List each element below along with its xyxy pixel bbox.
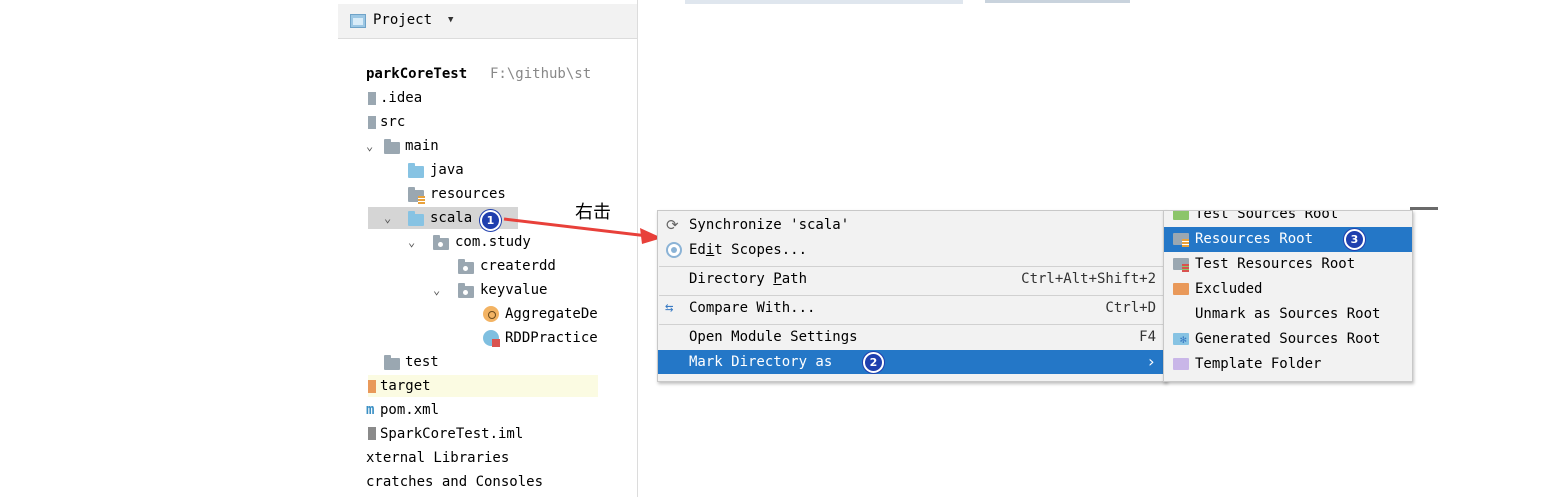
arrow-annotation	[503, 217, 662, 244]
menu-label-directory-path: Directory Path	[689, 271, 808, 287]
submenu-item-template-folder[interactable]: Template Folder	[1164, 352, 1412, 377]
submenu-arrow-icon: ›	[1146, 352, 1156, 371]
submenu-label-template-folder: Template Folder	[1195, 356, 1322, 372]
project-view-icon	[350, 14, 366, 28]
tree-label-createrdd: createrdd	[480, 258, 556, 274]
callout-badge-3: 3	[1344, 229, 1365, 250]
submenu-item-generated-sources-root[interactable]: ✻ Generated Sources Root	[1164, 327, 1412, 352]
mark-directory-submenu: Test Sources Root Resources Root Test Re…	[1163, 210, 1413, 382]
submenu-label-unmark: Unmark as Sources Root	[1195, 306, 1381, 322]
submenu-item-test-resources-root[interactable]: Test Resources Root	[1164, 252, 1412, 277]
module-file-icon	[368, 427, 376, 440]
submenu-label-test-sources-root: Test Sources Root	[1195, 210, 1339, 222]
menu-item-synchronize[interactable]: ⟳ Synchronize 'scala'	[658, 213, 1166, 237]
submenu-label-excluded: Excluded	[1195, 281, 1263, 297]
test-sources-folder-icon	[1173, 211, 1189, 220]
callout-badge-1: 1	[480, 210, 501, 231]
project-panel-header[interactable]: Project ▼	[338, 4, 637, 39]
scope-icon	[666, 242, 682, 258]
gear-icon: ✻	[1180, 333, 1187, 346]
submenu-item-excluded[interactable]: Excluded	[1164, 277, 1412, 302]
folder-icon	[384, 139, 400, 154]
folder-icon	[368, 92, 376, 105]
sync-icon: ⟳	[666, 216, 679, 234]
tree-label-iml: SparkCoreTest.iml	[380, 426, 524, 442]
chevron-down-icon[interactable]: ⌄	[366, 135, 373, 157]
package-icon	[458, 259, 474, 274]
menu-item-open-module-settings[interactable]: Open Module Settings F4	[658, 325, 1166, 349]
project-root-name: parkCoreTest	[366, 66, 468, 82]
folder-icon	[368, 116, 376, 129]
project-root-path: F:\github\st	[490, 66, 592, 82]
tree-label-aggregate: AggregateDe	[505, 306, 598, 322]
menu-label-mark-directory-as: Mark Directory as	[689, 354, 833, 370]
menu-shortcut-compare-with: Ctrl+D	[1105, 300, 1156, 316]
chevron-down-icon[interactable]: ⌄	[408, 231, 415, 253]
package-icon	[458, 283, 474, 298]
package-icon	[433, 235, 449, 250]
compare-icon: ⇆	[665, 300, 674, 316]
tree-label-resources: resources	[430, 186, 506, 202]
submenu-item-resources-root[interactable]: Resources Root	[1164, 227, 1412, 252]
tree-label-scratches: cratches and Consoles	[366, 474, 544, 490]
menu-label-open-module-settings: Open Module Settings	[689, 329, 858, 345]
maven-icon: m	[366, 402, 375, 418]
tree-label-main: main	[405, 138, 439, 154]
background-toolbar-fragment	[685, 0, 963, 4]
resources-badge-icon	[1182, 239, 1189, 247]
background-toolbar-fragment	[985, 0, 1130, 3]
chevron-down-icon[interactable]: ▼	[448, 15, 453, 25]
source-folder-icon	[408, 163, 424, 178]
menu-item-compare-with[interactable]: ⇆ Compare With... Ctrl+D	[658, 296, 1166, 320]
menu-item-edit-scopes[interactable]: Edit Scopes...	[658, 238, 1166, 262]
submenu-item-test-sources-root[interactable]: Test Sources Root	[1164, 210, 1412, 227]
source-folder-icon	[408, 211, 424, 226]
tree-label-rddpractice: RDDPractice	[505, 330, 598, 346]
template-folder-icon	[1173, 358, 1189, 370]
tree-label-target: target	[380, 378, 431, 394]
menu-item-mark-directory-as[interactable]: Mark Directory as ›	[658, 350, 1166, 374]
tree-label-scala: scala	[430, 210, 473, 226]
excluded-folder-icon	[368, 380, 376, 393]
menu-shortcut-directory-path: Ctrl+Alt+Shift+2	[1021, 271, 1156, 287]
tree-label-pom: pom.xml	[380, 402, 440, 418]
test-resources-badge-icon	[1182, 264, 1189, 272]
menu-item-directory-path[interactable]: Directory Path Ctrl+Alt+Shift+2	[658, 267, 1166, 291]
background-window-edge	[1410, 207, 1438, 210]
tree-label-keyvalue: keyvalue	[480, 282, 548, 298]
chevron-down-icon[interactable]: ⌄	[433, 279, 440, 301]
scala-badge-icon	[492, 339, 500, 347]
menu-label-compare-with: Compare With...	[689, 300, 816, 316]
submenu-label-resources-root: Resources Root	[1195, 231, 1314, 247]
menu-label-synchronize: Synchronize 'scala'	[689, 217, 850, 233]
tree-label-idea: .idea	[380, 90, 423, 106]
chevron-down-icon[interactable]: ⌄	[384, 207, 391, 229]
resources-badge-icon	[418, 196, 425, 204]
menu-shortcut-open-module-settings: F4	[1139, 329, 1156, 345]
folder-icon	[384, 355, 400, 370]
tree-label-external-libraries: xternal Libraries	[366, 450, 510, 466]
excluded-folder-icon	[1173, 283, 1189, 295]
submenu-label-test-resources-root: Test Resources Root	[1195, 256, 1356, 272]
menu-label-edit-scopes: Edit Scopes...	[689, 242, 808, 258]
callout-badge-2: 2	[863, 352, 884, 373]
tree-label-test: test	[405, 354, 439, 370]
tree-label-src: src	[380, 114, 406, 130]
tree-label-java: java	[430, 162, 464, 178]
submenu-label-generated-sources-root: Generated Sources Root	[1195, 331, 1381, 347]
project-panel-title: Project	[373, 12, 433, 28]
submenu-item-unmark[interactable]: Unmark as Sources Root	[1164, 302, 1412, 327]
scala-object-icon	[483, 306, 499, 322]
context-menu: ⟳ Synchronize 'scala' Edit Scopes... Dir…	[657, 210, 1167, 382]
